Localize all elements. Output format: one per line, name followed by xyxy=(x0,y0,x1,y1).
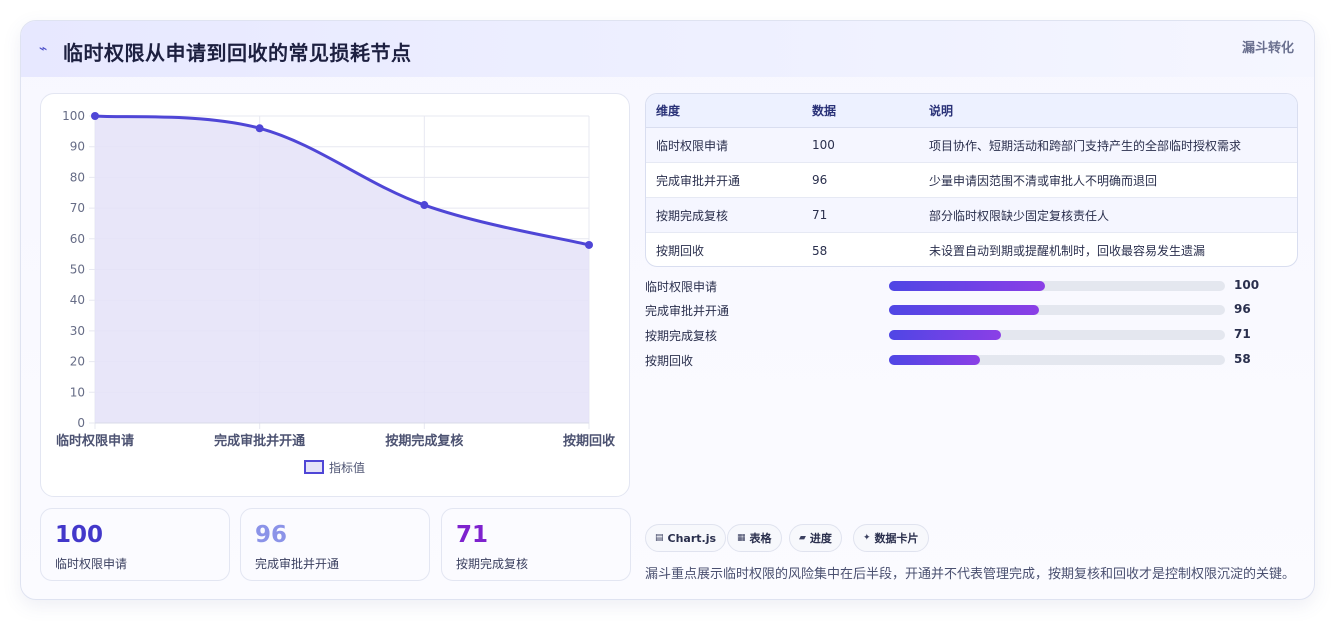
progress-row-approved: 完成审批并开通 96 xyxy=(645,301,1285,319)
y-tick-label: 60 xyxy=(70,232,85,246)
progress-track xyxy=(889,281,1225,291)
y-tick-label: 30 xyxy=(70,324,85,338)
data-point xyxy=(91,112,99,120)
table-cell: 少量申请因范围不清或审批人不明确而退回 xyxy=(929,173,1158,188)
table-cell: 项目协作、短期活动和跨部门支持产生的全部临时授权需求 xyxy=(929,138,1242,153)
table-header-data: 数据 xyxy=(812,104,837,118)
table-row: 临时权限申请 100 项目协作、短期活动和跨部门支持产生的全部临时授权需求 xyxy=(646,128,1297,163)
table-cell: 71 xyxy=(812,208,828,222)
chip-data-cards[interactable]: ✦ 数据卡片 xyxy=(853,524,929,552)
progress-value: 100 xyxy=(1234,278,1260,292)
legend-label: 指标值 xyxy=(329,460,365,475)
progress-value: 96 xyxy=(1234,302,1251,316)
table-icon: ▦ xyxy=(737,533,746,543)
stat-label: 完成审批并开通 xyxy=(255,557,340,571)
x-tick-label: 按期完成复核 xyxy=(385,433,463,449)
series-area-fill xyxy=(95,116,589,423)
progress-value: 58 xyxy=(1234,352,1251,366)
card-title: 临时权限从申请到回收的常见损耗节点 xyxy=(63,41,412,65)
progress-label: 临时权限申请 xyxy=(645,280,718,294)
data-table: 维度 数据 说明 临时权限申请 100 项目协作、短期活动和跨部门支持产生的全部… xyxy=(645,93,1298,267)
table-cell: 100 xyxy=(812,138,835,152)
chip-progress[interactable]: ▰ 进度 xyxy=(789,524,842,552)
progress-icon: ▰ xyxy=(799,533,806,543)
sparkle-icon: ✦ xyxy=(863,533,871,543)
progress-label: 按期完成复核 xyxy=(645,329,718,343)
y-tick-label: 50 xyxy=(70,263,85,277)
data-point xyxy=(255,124,264,133)
table-cell: 96 xyxy=(812,173,828,187)
table-header-row: 维度 数据 说明 xyxy=(646,94,1297,128)
chip-chartjs[interactable]: ▤ Chart.js xyxy=(645,524,727,552)
progress-track xyxy=(889,305,1225,315)
progress-track xyxy=(889,355,1225,365)
legend-swatch xyxy=(304,460,324,474)
progress-fill xyxy=(889,330,1001,340)
y-tick-label: 80 xyxy=(70,170,85,184)
data-point xyxy=(585,240,593,249)
x-tick-label: 临时权限申请 xyxy=(56,433,134,449)
stat-value: 100 xyxy=(55,522,104,548)
progress-row-reclaimed: 按期回收 58 xyxy=(645,351,1285,369)
y-tick-label: 100 xyxy=(62,109,85,123)
table-header-dimension: 维度 xyxy=(656,104,681,118)
footnote: 漏斗重点展示临时权限的风险集中在后半段，开通并不代表管理完成，按期复核和回收才是… xyxy=(645,567,1296,582)
table-row: 按期完成复核 71 部分临时权限缺少固定复核责任人 xyxy=(646,198,1297,233)
y-tick-label: 0 xyxy=(77,416,85,430)
stat-value: 71 xyxy=(456,522,489,548)
funnel-card: ⌁ 临时权限从申请到回收的常见损耗节点 漏斗转化 0 10 20 30 40 50 60 70… xyxy=(20,20,1315,600)
data-point xyxy=(420,201,429,210)
y-tick-label: 10 xyxy=(70,385,85,399)
stat-label: 按期完成复核 xyxy=(456,557,529,571)
stat-label: 临时权限申请 xyxy=(55,557,128,571)
funnel-area-chart: 0 10 20 30 40 50 60 70 80 90 100 临时权限申请 完成审批并开通 按期完成复… xyxy=(56,109,616,475)
table-cell: 临时权限申请 xyxy=(656,138,729,153)
y-tick-label: 40 xyxy=(70,293,85,307)
table-row: 按期回收 58 未设置自动到期或提醒机制时，回收最容易发生遗漏 xyxy=(646,233,1297,266)
y-tick-label: 20 xyxy=(70,355,85,369)
table-cell: 58 xyxy=(812,243,828,258)
progress-label: 完成审批并开通 xyxy=(645,304,730,318)
chip-label: 进度 xyxy=(809,532,832,545)
chip-label: 表格 xyxy=(749,532,772,545)
chip-label: 数据卡片 xyxy=(874,532,919,545)
funnel-tag: 漏斗转化 xyxy=(1241,41,1294,56)
chip-label: Chart.js xyxy=(667,531,717,545)
y-tick-label: 70 xyxy=(70,201,85,215)
trend-line-icon: ⌁ xyxy=(39,41,48,57)
x-tick-label: 完成审批并开通 xyxy=(214,433,305,449)
chip-table[interactable]: ▦ 表格 xyxy=(727,524,782,552)
progress-fill xyxy=(889,355,980,365)
stat-card-approved: 96 完成审批并开通 xyxy=(240,508,430,581)
table-row: 完成审批并开通 96 少量申请因范围不清或审批人不明确而退回 xyxy=(646,163,1297,198)
funnel-chart-panel: 0 10 20 30 40 50 60 70 80 90 100 临时权限申请 完成审批并开通 按期完成复… xyxy=(40,93,630,497)
card-header: ⌁ 临时权限从申请到回收的常见损耗节点 漏斗转化 xyxy=(21,21,1314,77)
progress-row-applications: 临时权限申请 100 xyxy=(645,277,1285,295)
table-cell: 完成审批并开通 xyxy=(656,173,741,188)
table-cell: 部分临时权限缺少固定复核责任人 xyxy=(929,208,1110,223)
stat-value: 96 xyxy=(255,522,288,548)
progress-fill xyxy=(889,305,1039,315)
table-cell: 按期回收 xyxy=(656,244,705,258)
stat-card-applications: 100 临时权限申请 xyxy=(40,508,230,581)
stat-card-reviewed: 71 按期完成复核 xyxy=(441,508,631,581)
table-cell: 按期完成复核 xyxy=(656,208,729,223)
progress-value: 71 xyxy=(1234,327,1251,341)
progress-label: 按期回收 xyxy=(645,354,694,368)
y-tick-label: 90 xyxy=(70,140,85,154)
progress-fill xyxy=(889,281,1045,291)
progress-track xyxy=(889,330,1225,340)
chart-icon: ▤ xyxy=(655,533,664,543)
table-header-description: 说明 xyxy=(929,104,954,118)
progress-row-reviewed: 按期完成复核 71 xyxy=(645,326,1285,344)
table-cell: 未设置自动到期或提醒机制时，回收最容易发生遗漏 xyxy=(929,244,1206,258)
x-tick-label: 按期回收 xyxy=(563,433,616,449)
